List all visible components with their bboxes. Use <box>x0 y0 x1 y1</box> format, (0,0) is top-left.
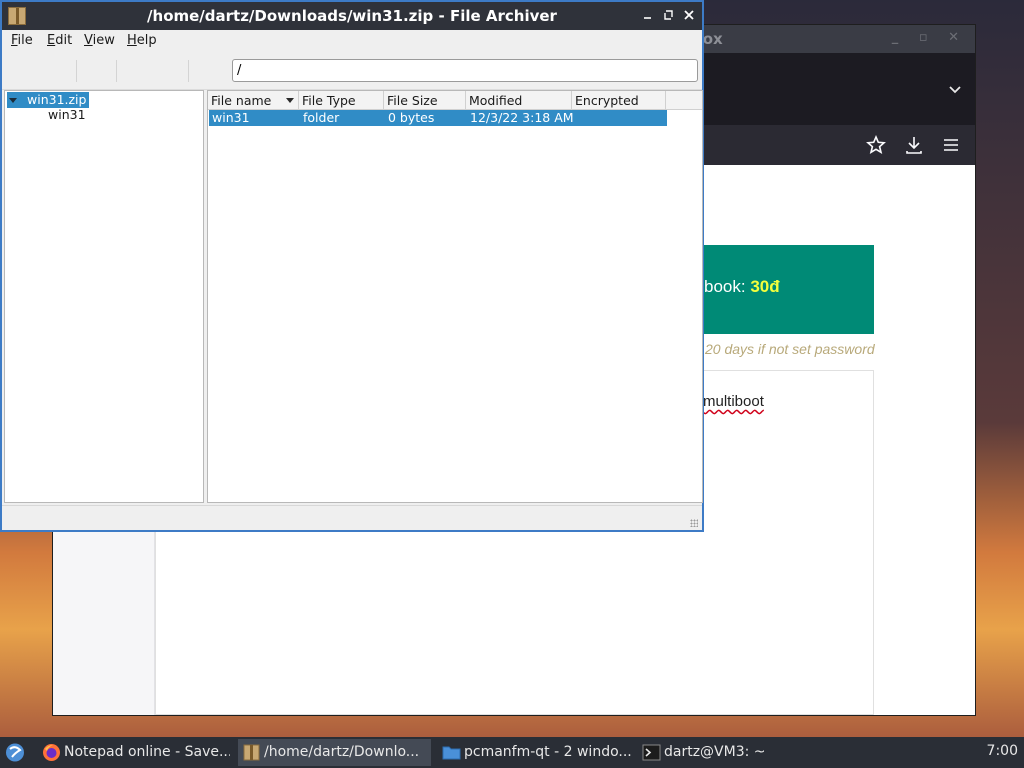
menu-help-mnemonic: H <box>127 33 137 48</box>
file-list[interactable]: File name File Type File Size Modified E… <box>207 90 703 503</box>
column-modified[interactable]: Modified <box>466 91 572 110</box>
archive-icon <box>243 744 260 761</box>
expand-arrow-icon[interactable] <box>9 98 17 103</box>
path-input[interactable] <box>232 59 698 82</box>
task-button-pcmanfm[interactable]: pcmanfm-qt - 2 windo... <box>438 739 632 766</box>
column-file-type[interactable]: File Type <box>299 91 384 110</box>
task-label: Notepad online - Save... <box>64 744 230 760</box>
banner-value: 30đ <box>750 277 780 296</box>
folder-icon <box>442 746 461 760</box>
folder-tree[interactable]: win31.zip win31 <box>4 90 204 503</box>
table-row[interactable]: win31 folder 0 bytes 12/3/22 3:18 AM <box>209 110 667 126</box>
cell-type: folder <box>303 110 340 125</box>
taskbar: Notepad online - Save... /home/dartz/Dow… <box>0 737 1024 768</box>
resize-grip-icon[interactable] <box>690 519 698 527</box>
menu-view-mnemonic: V <box>84 33 93 48</box>
cell-modified: 12/3/22 3:18 AM <box>470 110 574 125</box>
toolbar-separator <box>188 60 189 82</box>
list-all-tabs-chevron-icon[interactable] <box>949 83 961 95</box>
tree-item-root[interactable]: win31.zip <box>7 92 90 108</box>
hamburger-menu-icon[interactable] <box>940 134 962 156</box>
cell-size: 0 bytes <box>388 110 435 125</box>
firefox-icon <box>43 744 60 761</box>
column-encrypted[interactable]: Encrypted <box>572 91 666 110</box>
archiver-window-title: /home/dartz/Downloads/win31.zip - File A… <box>147 7 557 25</box>
maximize-icon[interactable] <box>661 7 677 23</box>
task-label: pcmanfm-qt - 2 windo... <box>464 744 632 760</box>
cell-name: win31 <box>212 110 250 125</box>
tree-item-root-label: win31.zip <box>27 92 87 107</box>
clock[interactable]: 7:00 <box>987 743 1018 759</box>
menu-view-label: iew <box>92 33 115 48</box>
toolbar-separator <box>76 60 77 82</box>
task-label: dartz@VM3: ~ <box>664 744 766 760</box>
terminal-icon <box>642 744 661 761</box>
menu-view[interactable]: View <box>84 33 115 48</box>
task-button-terminal[interactable]: dartz@VM3: ~ <box>638 739 828 766</box>
downloads-icon[interactable] <box>903 134 925 156</box>
archiver-toolbar <box>2 52 702 90</box>
tree-item-win31[interactable]: win31 <box>48 107 86 123</box>
task-label: /home/dartz/Downlo... <box>264 744 420 760</box>
menu-help[interactable]: Help <box>127 33 157 48</box>
bookmark-star-icon[interactable] <box>865 134 887 156</box>
archiver-statusbar <box>2 505 702 530</box>
menu-edit-label: dit <box>55 33 73 48</box>
banner-label: book: <box>704 277 751 296</box>
menu-edit[interactable]: Edit <box>47 33 72 48</box>
menu-file-label: ile <box>17 33 33 48</box>
menu-help-label: elp <box>136 33 157 48</box>
banner-text: book: 30đ <box>704 277 780 297</box>
password-note: 20 days if not set password <box>705 341 875 357</box>
task-button-notepad[interactable]: Notepad online - Save... <box>38 739 230 766</box>
minimize-icon[interactable] <box>640 7 656 23</box>
menu-edit-mnemonic: E <box>47 33 56 48</box>
file-list-header: File name File Type File Size Modified E… <box>208 91 702 110</box>
editor-text: multiboot <box>703 393 764 410</box>
file-archiver-window[interactable]: /home/dartz/Downloads/win31.zip - File A… <box>0 0 704 532</box>
archiver-menubar: File Edit View Help <box>2 30 702 52</box>
menu-file[interactable]: File <box>11 33 33 48</box>
task-button-archiver[interactable]: /home/dartz/Downlo... <box>238 739 431 766</box>
column-file-name-label: File name <box>211 93 272 108</box>
toolbar-separator <box>116 60 117 82</box>
archiver-titlebar[interactable]: /home/dartz/Downloads/win31.zip - File A… <box>2 2 702 30</box>
close-icon[interactable] <box>681 7 697 23</box>
firefox-window-controls[interactable]: _ ▫ ✕ <box>892 30 967 45</box>
sort-descending-icon <box>286 98 294 103</box>
column-file-name[interactable]: File name <box>208 91 299 110</box>
column-file-size[interactable]: File Size <box>384 91 466 110</box>
start-menu-icon[interactable] <box>0 737 32 768</box>
